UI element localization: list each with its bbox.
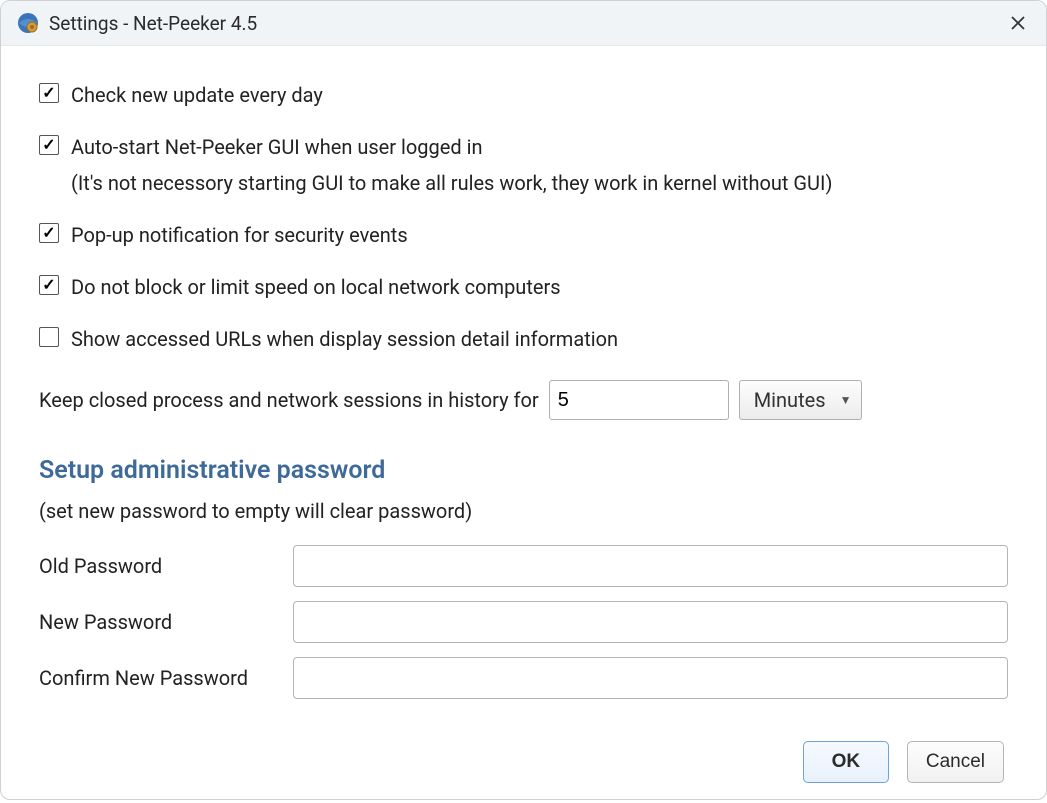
titlebar: Settings - Net-Peeker 4.5	[1, 1, 1046, 46]
check-update-row: Check new update every day	[39, 80, 1008, 110]
popup-notification-checkbox[interactable]	[39, 223, 59, 243]
auto-start-row: Auto-start Net-Peeker GUI when user logg…	[39, 132, 1008, 162]
popup-notification-label: Pop-up notification for security events	[71, 220, 408, 250]
window-title: Settings - Net-Peeker 4.5	[49, 12, 1006, 35]
confirm-password-label: Confirm New Password	[39, 666, 293, 690]
no-block-local-checkbox[interactable]	[39, 275, 59, 295]
confirm-password-input[interactable]	[293, 657, 1008, 699]
old-password-row: Old Password	[39, 545, 1008, 587]
chevron-down-icon: ▼	[840, 393, 852, 407]
ok-button[interactable]: OK	[803, 741, 889, 783]
new-password-label: New Password	[39, 610, 293, 634]
settings-dialog: Settings - Net-Peeker 4.5 Check new upda…	[0, 0, 1047, 800]
new-password-row: New Password	[39, 601, 1008, 643]
auto-start-checkbox[interactable]	[39, 135, 59, 155]
check-update-label: Check new update every day	[71, 80, 323, 110]
history-input[interactable]	[549, 380, 729, 420]
password-section-subtext: (set new password to empty will clear pa…	[39, 499, 1008, 523]
old-password-input[interactable]	[293, 545, 1008, 587]
history-label: Keep closed process and network sessions…	[39, 388, 539, 412]
history-unit-label: Minutes	[754, 388, 826, 412]
history-unit-dropdown[interactable]: Minutes ▼	[739, 380, 863, 420]
history-row: Keep closed process and network sessions…	[39, 380, 1008, 420]
no-block-local-label: Do not block or limit speed on local net…	[71, 272, 561, 302]
auto-start-sublabel: (It's not necessory starting GUI to make…	[71, 168, 1008, 198]
button-row: OK Cancel	[39, 741, 1008, 783]
close-icon[interactable]	[1006, 11, 1030, 35]
show-urls-checkbox[interactable]	[39, 327, 59, 347]
password-section-heading: Setup administrative password	[39, 456, 1008, 485]
app-icon	[17, 12, 39, 34]
content-area: Check new update every day Auto-start Ne…	[1, 46, 1046, 803]
check-update-checkbox[interactable]	[39, 83, 59, 103]
auto-start-label: Auto-start Net-Peeker GUI when user logg…	[71, 132, 483, 162]
popup-notification-row: Pop-up notification for security events	[39, 220, 1008, 250]
new-password-input[interactable]	[293, 601, 1008, 643]
cancel-button[interactable]: Cancel	[907, 741, 1004, 783]
show-urls-row: Show accessed URLs when display session …	[39, 324, 1008, 354]
show-urls-label: Show accessed URLs when display session …	[71, 324, 618, 354]
confirm-password-row: Confirm New Password	[39, 657, 1008, 699]
old-password-label: Old Password	[39, 554, 293, 578]
no-block-local-row: Do not block or limit speed on local net…	[39, 272, 1008, 302]
